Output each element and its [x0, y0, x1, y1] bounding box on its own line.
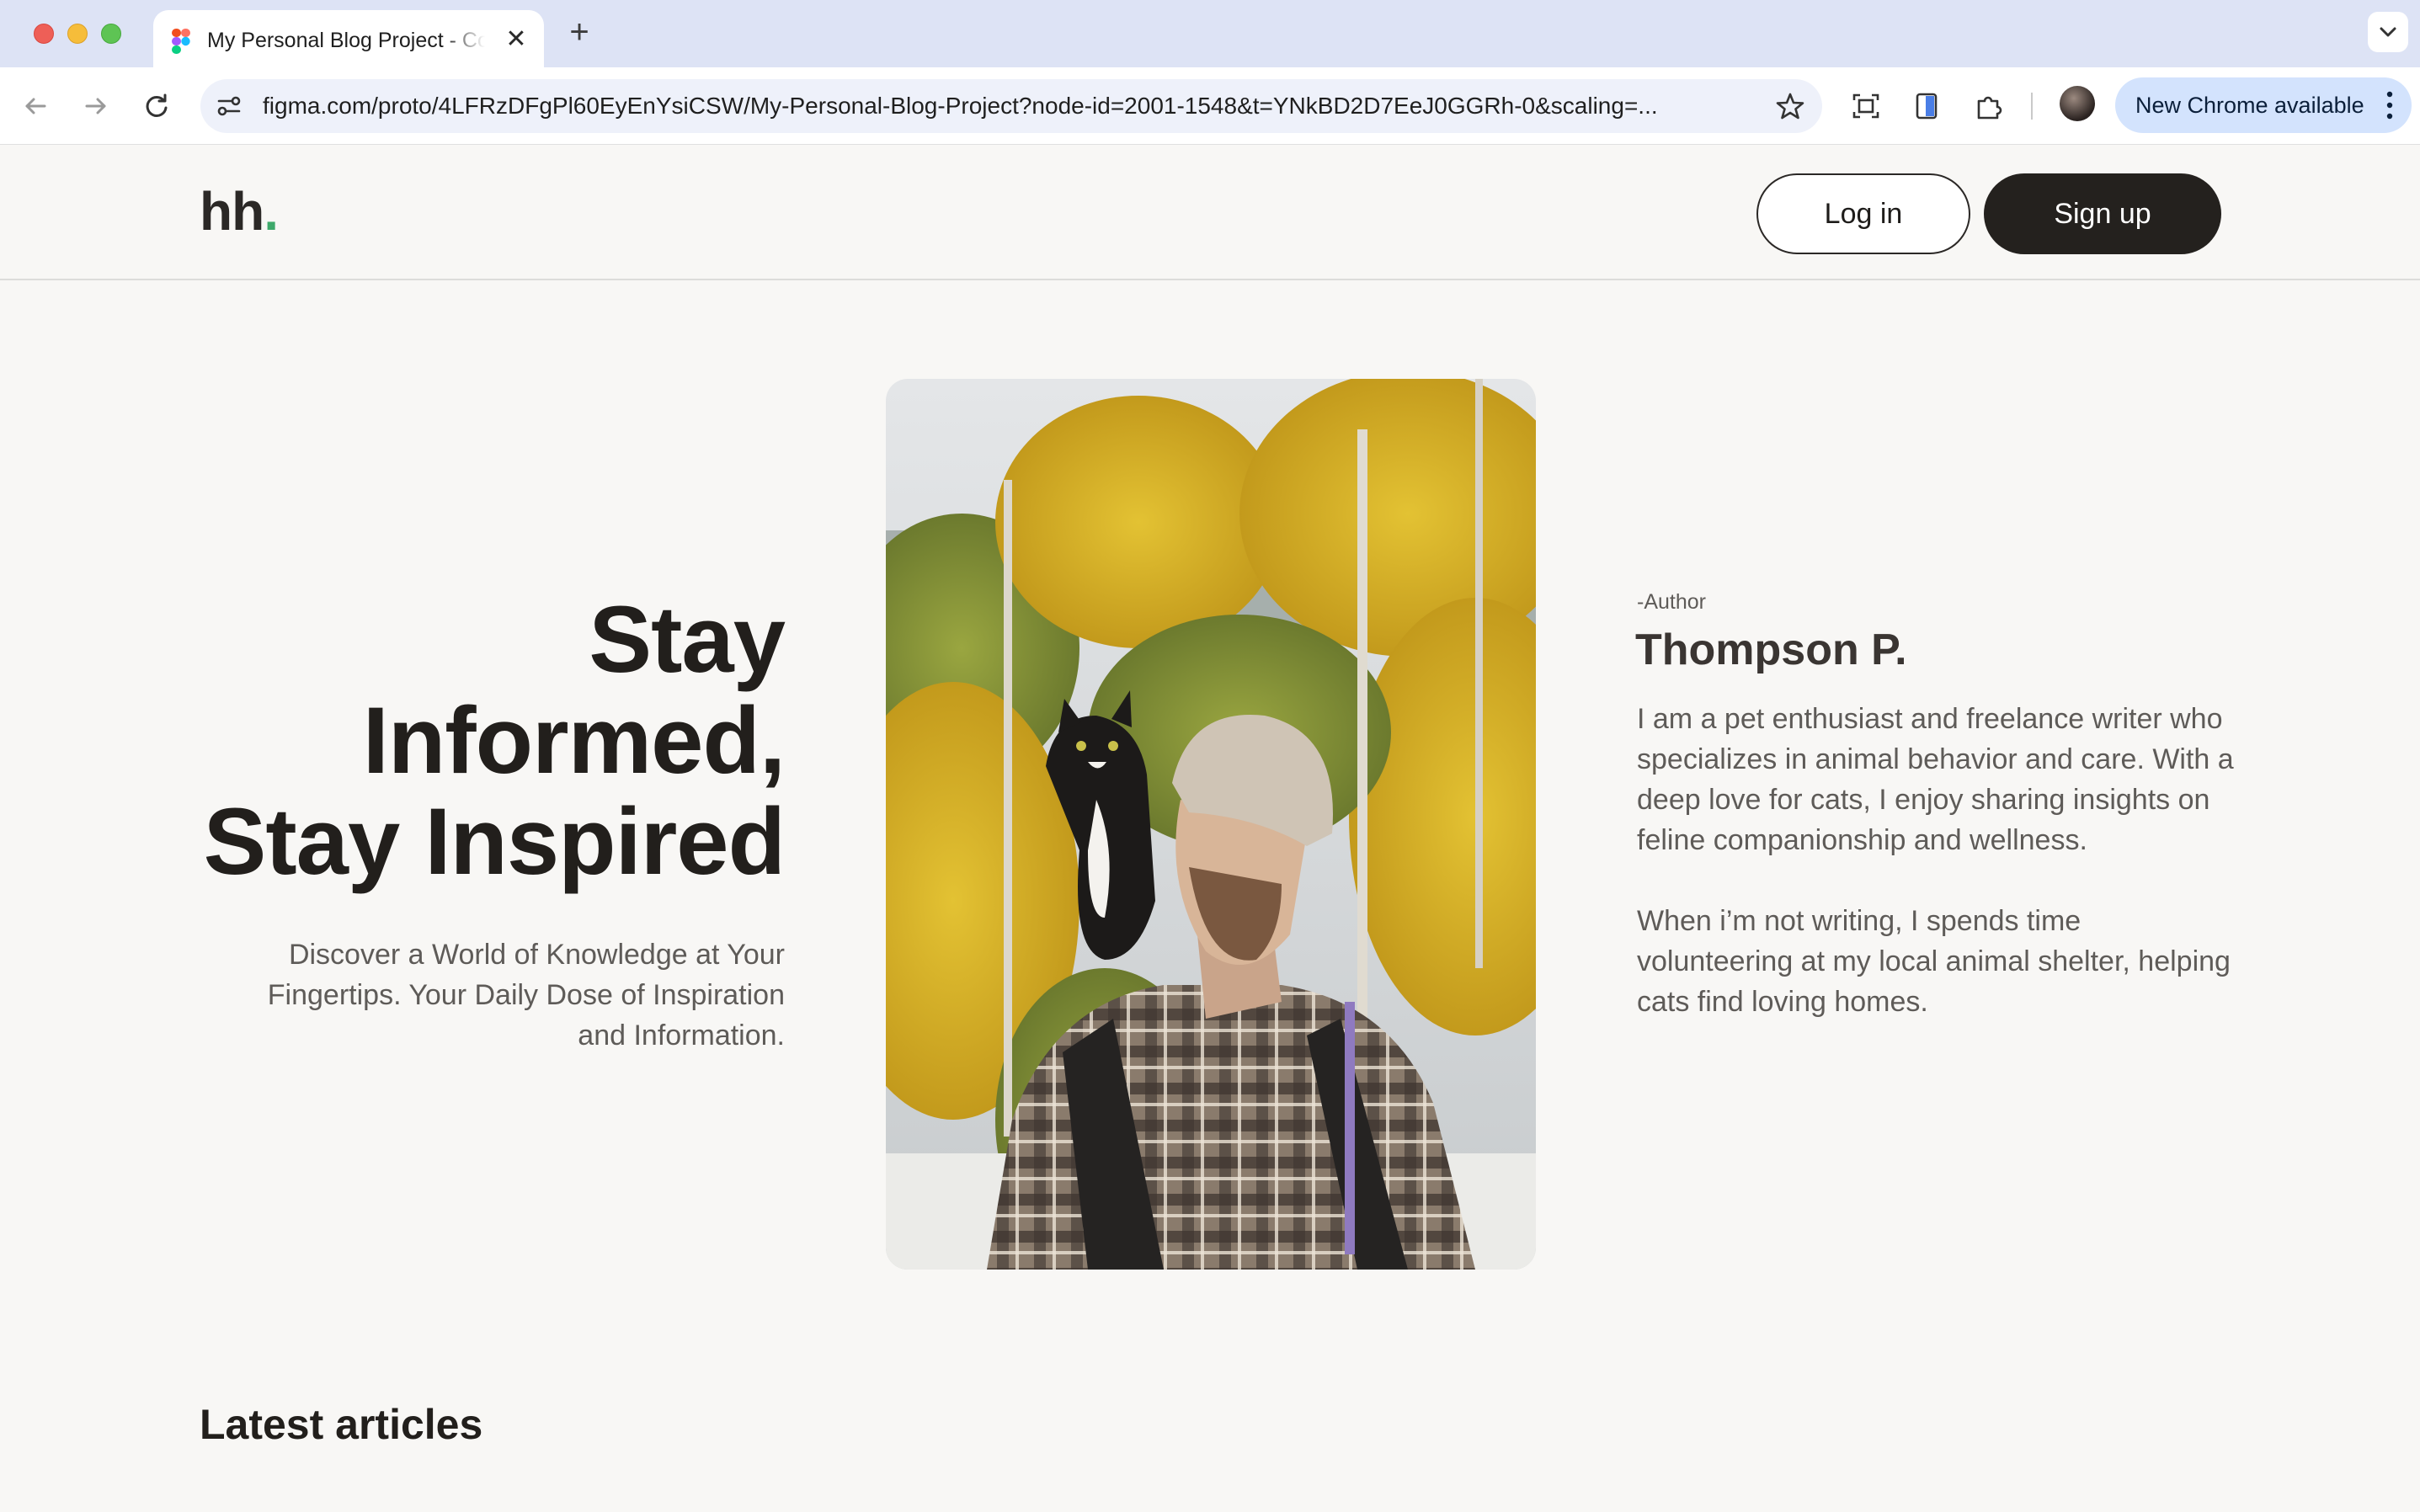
author-name: Thompson P.: [1635, 626, 1907, 674]
hero-title: Stay Informed, Stay Inspired: [168, 587, 786, 894]
browser-tab-active[interactable]: My Personal Blog Project - Community ✕: [153, 10, 544, 67]
toolbar-divider: [2031, 93, 2033, 120]
logo-text: hh: [200, 181, 264, 242]
author-bio-paragraph: I am a pet enthusiast and freelance writ…: [1637, 703, 2234, 856]
signup-button[interactable]: Sign up: [1984, 173, 2221, 254]
author-tag: -Author: [1637, 590, 1706, 614]
reload-icon: [146, 93, 168, 117]
arrow-right-icon: [85, 98, 106, 114]
hero-title-line: Informed,: [362, 688, 786, 793]
author-bio: I am a pet enthusiast and freelance writ…: [1637, 699, 2243, 1022]
extensions-button[interactable]: [1970, 88, 2007, 125]
arrow-left-icon: [25, 98, 46, 114]
figma-icon: [172, 29, 190, 54]
chevron-down-icon: [2380, 27, 2396, 37]
update-label: New Chrome available: [2135, 93, 2364, 118]
forward-button[interactable]: [76, 86, 116, 126]
screen-capture-icon: [1852, 93, 1879, 119]
side-panel-icon: [1916, 93, 1938, 120]
maximize-window-button[interactable]: [101, 24, 121, 44]
author-bio-paragraph: When i’m not writing, I spends time volu…: [1637, 905, 2231, 1018]
reading-mode-button[interactable]: [1908, 88, 1945, 125]
url-text[interactable]: figma.com/proto/4LFRzDFgPl60EyEnYsiCSW/M…: [263, 93, 1762, 120]
hero-title-line: Stay Inspired: [203, 789, 786, 894]
browser-tabstrip: My Personal Blog Project - Community ✕ +: [0, 0, 2420, 67]
logo-dot: .: [264, 181, 279, 242]
latest-articles-heading: Latest articles: [200, 1401, 483, 1448]
minimize-window-button[interactable]: [67, 24, 88, 44]
screenshot-button[interactable]: [1847, 88, 1884, 125]
login-button[interactable]: Log in: [1756, 173, 1970, 254]
new-tab-icon[interactable]: +: [562, 15, 596, 49]
chrome-update-button[interactable]: New Chrome available: [2115, 77, 2412, 133]
author-photo: [886, 379, 1536, 1270]
site-header: hh. Log in Sign up: [0, 146, 2420, 280]
more-menu-icon[interactable]: [2386, 89, 2393, 121]
address-bar[interactable]: figma.com/proto/4LFRzDFgPl60EyEnYsiCSW/M…: [200, 79, 1822, 133]
reload-button[interactable]: [136, 86, 177, 126]
profile-avatar[interactable]: [2060, 86, 2095, 121]
tab-close-icon[interactable]: ✕: [502, 25, 530, 54]
site-logo[interactable]: hh.: [200, 181, 279, 242]
close-window-button[interactable]: [34, 24, 54, 44]
puzzle-icon: [1977, 96, 2002, 120]
bookmark-star-icon[interactable]: [1775, 91, 1805, 121]
tab-title: My Personal Blog Project - Community: [207, 29, 485, 52]
site-settings-icon[interactable]: [216, 93, 243, 120]
hero-subtitle: Discover a World of Knowledge at Your Fi…: [267, 939, 785, 1051]
browser-toolbar: figma.com/proto/4LFRzDFgPl60EyEnYsiCSW/M…: [0, 67, 2420, 145]
back-button[interactable]: [15, 86, 56, 126]
author-photo-illustration: [886, 379, 1536, 1270]
hero-title-line: Stay: [589, 587, 786, 692]
tab-search-button[interactable]: [2368, 12, 2408, 52]
